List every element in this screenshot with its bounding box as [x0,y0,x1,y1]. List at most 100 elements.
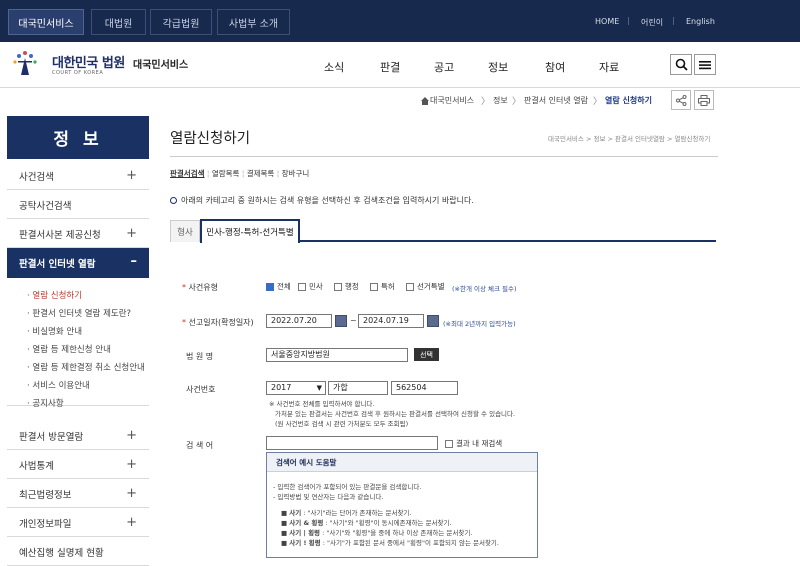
court-logo[interactable] [10,48,44,78]
breadcrumb-internet-view[interactable]: 판결서 인터넷 열람 [524,95,588,106]
gnb-notices[interactable]: 공고 [434,59,454,75]
menu-button[interactable] [694,54,716,75]
search-button[interactable] [670,54,692,75]
sidebar-item-copy-request[interactable]: 판결서사본 제공신청 + [7,220,149,248]
help-op-or: ■ 사기 | 횡령 : "사기"와 "횡령"을 중에 하나 이상 존재하는 문서… [281,529,473,537]
breadcrumb-info[interactable]: 정보 [493,95,508,106]
checkbox-icon [298,282,306,291]
sidebar-item-label: 최근법령정보 [19,489,72,501]
date-hint: (※최대 2년까지 입력가능) [443,320,516,328]
submenu-system[interactable]: · 판결서 인터넷 열람 제도란? [27,307,131,319]
sidebar-item-case-search[interactable]: 사건검색 + [7,162,149,190]
print-button[interactable] [694,90,714,110]
site-tab-supreme-court[interactable]: 대법원 [91,9,146,35]
tab-criminal[interactable]: 형사 [170,220,200,242]
gnb-participation[interactable]: 참여 [545,59,565,75]
sidebar-item-label: 예산집행 실명제 현황 [19,547,104,559]
sidebar-item-statistics[interactable]: 사법통계 + [7,451,149,479]
submenu-notice[interactable]: · 공지사항 [27,397,64,409]
checkbox-checked-icon [266,282,274,291]
submenu-anonymize[interactable]: · 비실명화 안내 [27,325,82,337]
case-type-election[interactable]: 선거특별 [406,281,445,292]
keyword-help-panel: 검색어 예시 도움말 - 입력한 검색어가 포함되어 있는 판결문을 검색합니다… [266,452,538,558]
main-header: 대한민국 법원 COURT OF KOREA 대국민서비스 소식 판결 공고 정… [0,42,800,88]
sidebar-item-deposit-search[interactable]: 공탁사건검색 [7,191,149,219]
case-number-note-2: 가처분 있는 판결서는 사건번호 검색 후 원하시는 판결서를 선택하여 신청할… [275,410,516,418]
date-separator: ~ [350,316,357,325]
search-within-results[interactable]: 결과 내 재검색 [445,438,502,449]
sidebar-item-budget[interactable]: 예산집행 실명제 현황 [7,538,149,566]
date-from-input[interactable]: 2022.07.20 [266,314,332,328]
sidebar-item-label: 판결서 방문열람 [19,431,84,443]
share-button[interactable] [671,90,691,110]
case-type-patent[interactable]: 특허 [370,281,395,292]
top-site-bar: 대국민서비스 대법원 각급법원 사법부 소개 HOME | 어린이 | Engl… [0,0,800,42]
case-kind-input[interactable]: 가합 [328,381,388,395]
site-tab-judiciary-intro[interactable]: 사법부 소개 [217,9,290,35]
checkbox-icon [406,282,414,291]
calendar-icon[interactable] [427,315,439,327]
sidebar-item-label: 개인정보파일 [19,518,72,530]
step-nav: 판결서검색 ¦ 열람목록 ¦ 결제목록 ¦ 장바구니 [170,169,310,178]
english-link[interactable]: English [686,17,715,26]
gnb-info[interactable]: 정보 [488,59,508,75]
calendar-icon[interactable] [335,315,347,327]
sidebar-item-privacy[interactable]: 개인정보파일 + [7,509,149,537]
submenu-restrict[interactable]: · 열람 등 제한신청 안내 [27,343,111,355]
plus-icon: + [126,428,137,443]
court-label: 법 원 명 [186,352,214,361]
kids-link[interactable]: 어린이 [641,17,663,28]
sidebar-item-label: 공탁사건검색 [19,200,72,212]
gnb-judgments[interactable]: 판결 [380,59,400,75]
date-to-input[interactable]: 2024.07.19 [358,314,424,328]
chevron-down-icon: ▼ [316,384,322,392]
sidebar-item-laws[interactable]: 최근법령정보 + [7,480,149,508]
case-category-tabs: 형사 민사-행정-특허-선거특별 [170,219,716,243]
step-view-list[interactable]: 열람목록 [212,169,240,178]
gnb-news[interactable]: 소식 [324,59,344,75]
home-link[interactable]: HOME [595,17,619,26]
court-input[interactable]: 서울중앙지방법원 [266,348,408,362]
case-type-all[interactable]: 전체 [266,281,291,292]
help-line: - 입력한 검색어가 포함되어 있는 판결문을 검색합니다. [273,483,422,491]
plus-icon: + [126,457,137,472]
sidebar: 정 보 사건검색 + 공탁사건검색 판결서사본 제공신청 + 판결서 인터넷 열람 –… [7,116,149,566]
sidebar-item-internet-view[interactable]: 판결서 인터넷 열람 – [7,248,149,278]
title-divider [170,156,718,157]
plus-icon: + [126,486,137,501]
help-op-and: ■ 사기 : "사기"라는 단어가 존재하는 문서찾기. [281,509,412,517]
case-type-label: * 사건유형 [182,283,218,292]
logo-title[interactable]: 대한민국 법원 [52,52,125,71]
step-search[interactable]: 판결서검색 [170,169,205,178]
case-year-select[interactable]: 2017 ▼ [266,381,326,395]
title-breadcrumb: 대국민서비스 > 정보 > 판결서 인터넷열람 > 열람신청하기 [548,135,711,143]
submenu-restrict-cancel[interactable]: · 열람 등 제한결정 취소 신청안내 [27,361,145,373]
court-select-button[interactable]: 선택 [414,348,439,361]
keyword-input[interactable] [266,436,438,450]
court-emblem-icon [13,51,37,75]
site-tab-courts[interactable]: 각급법원 [150,9,212,35]
breadcrumb-current: 열람 신청하기 [605,96,652,105]
checkbox-icon [370,282,378,291]
help-op-and2: ■ 사기 & 횡령 : "사기"와 "횡령"이 동시에존재하는 문서찾기. [281,519,452,527]
submenu-apply[interactable]: · 열람 신청하기 [27,289,82,301]
case-number-input[interactable]: 562504 [391,381,458,395]
tab-civil-admin[interactable]: 민사-행정-특허-선거특별 [200,219,300,243]
case-number-note-3: (원 사건번호 검색 시 관련 가처분도 모두 조회됨) [275,420,409,428]
bullet-circle-icon [170,197,177,204]
help-title: 검색어 예시 도움말 [267,453,537,472]
step-payment-list[interactable]: 결제목록 [247,169,275,178]
case-type-admin[interactable]: 행정 [334,281,359,292]
case-type-civil[interactable]: 민사 [298,281,323,292]
step-cart[interactable]: 장바구니 [282,169,310,178]
gnb-resources[interactable]: 자료 [599,59,619,75]
sidebar-item-visit-view[interactable]: 판결서 방문열람 + [7,422,149,450]
page-title: 열람신청하기 [170,131,251,147]
logo-subtitle: COURT OF KOREA [52,70,104,76]
breadcrumb-home[interactable]: 대국민서비스 [430,95,474,106]
site-tab-public-service[interactable]: 대국민서비스 [8,9,84,35]
search-icon [675,58,688,71]
help-line: - 입력방법 및 연산자는 다음과 같습니다. [273,493,384,501]
case-type-hint: (※한개 이상 체크 필수) [452,285,517,293]
submenu-guide[interactable]: · 서비스 이용안내 [27,379,90,391]
